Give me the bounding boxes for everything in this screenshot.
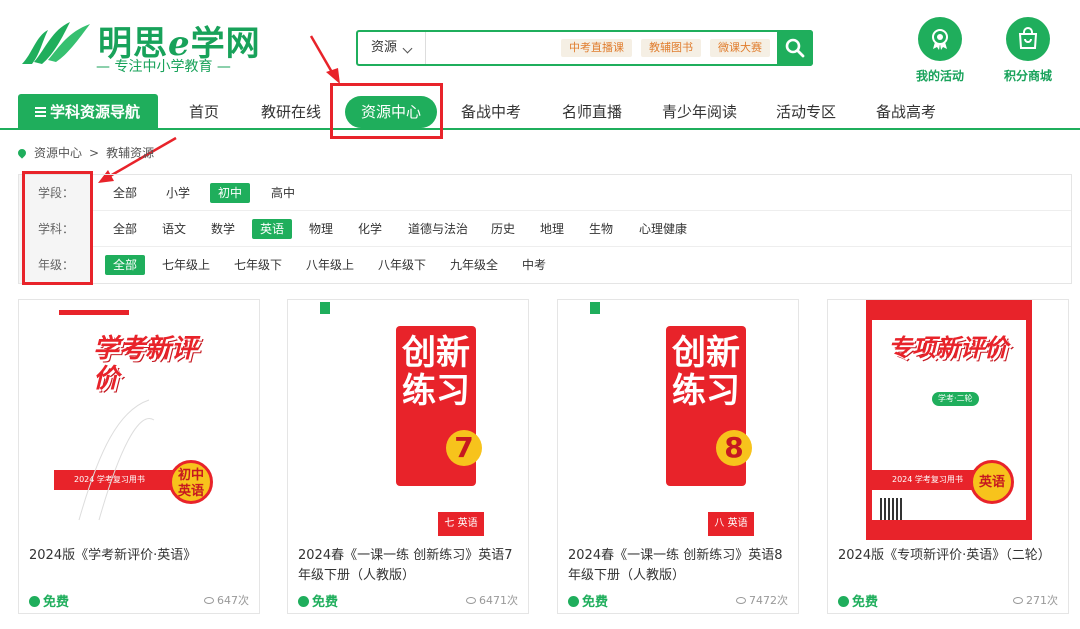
card-title[interactable]: 2024版《学考新评价·英语》 (29, 546, 253, 566)
card-title[interactable]: 2024版《专项新评价·英语》（二轮） (838, 546, 1062, 566)
eye-icon (736, 597, 746, 604)
filter-option[interactable]: 八年级上 (298, 255, 362, 275)
view-count: 271次 (1013, 592, 1058, 608)
qr-code-icon (880, 498, 902, 520)
page: 明思e学网 — 专注中小学教育 — 资源 中考直播课 教辅图书 微课大赛 我的活… (0, 0, 1080, 629)
resource-card[interactable]: 学考新评价 2024 学考复习用书 初中 英语 2024版《学考新评价·英语》 免… (18, 299, 260, 614)
filter-option[interactable]: 化学 (350, 219, 390, 239)
breadcrumb: 资源中心 > 教辅资源 (16, 144, 155, 161)
book-cover: 创新练习 7 七 英语 (318, 300, 498, 540)
filter-panel: 学段： 全部 小学 初中 高中 学科： 全部 语文 数学 英语 物理 化学 道德… (18, 174, 1072, 284)
book-cover: 学考新评价 2024 学考复习用书 初中 英语 (49, 300, 229, 540)
eye-icon (1013, 597, 1023, 604)
price-label: 免费 (568, 591, 608, 610)
filter-option[interactable]: 七年级下 (226, 255, 290, 275)
filter-option[interactable]: 九年级全 (442, 255, 506, 275)
resource-card[interactable]: 创新练习 7 七 英语 2024春《一课一练 创新练习》英语7年级下册（人教版）… (287, 299, 529, 614)
view-count: 6471次 (466, 592, 518, 608)
card-title[interactable]: 2024春《一课一练 创新练习》英语7年级下册（人教版） (298, 546, 522, 586)
filter-option[interactable]: 小学 (158, 183, 198, 203)
price-label: 免费 (29, 591, 69, 610)
filter-option[interactable]: 语文 (154, 219, 194, 239)
filter-option[interactable]: 物理 (301, 219, 341, 239)
filter-option-selected[interactable]: 全部 (105, 255, 146, 275)
filter-option[interactable]: 七年级上 (154, 255, 218, 275)
filter-option[interactable]: 全部 (105, 183, 145, 203)
price-label: 免费 (298, 591, 338, 610)
badge: 初中 英语 (169, 460, 213, 504)
eye-icon (466, 597, 476, 604)
filter-option[interactable]: 地理 (532, 219, 572, 239)
eye-icon (204, 597, 214, 604)
book-cover: 专项新评价 学考·二轮 2024 学考复习用书 英语 (866, 300, 1032, 540)
highlight-box (22, 171, 93, 285)
filter-option[interactable]: 全部 (105, 219, 145, 239)
filter-row-subject: 学科： 全部 语文 数学 英语 物理 化学 道德与法治 历史 地理 生物 心理健… (19, 211, 1071, 247)
filter-row-stage: 学段： 全部 小学 初中 高中 (19, 175, 1071, 211)
filter-option[interactable]: 历史 (483, 219, 523, 239)
breadcrumb-item: 教辅资源 (106, 146, 155, 160)
location-pin-icon (16, 147, 28, 159)
price-label: 免费 (838, 591, 878, 610)
coin-icon (838, 596, 849, 607)
filter-option[interactable]: 八年级下 (370, 255, 434, 275)
breadcrumb-item[interactable]: 资源中心 (34, 146, 82, 160)
book-cover: 创新练习 8 八 英语 (588, 300, 768, 540)
view-count: 647次 (204, 592, 249, 608)
resource-card[interactable]: 创新练习 8 八 英语 2024春《一课一练 创新练习》英语8年级下册（人教版）… (557, 299, 799, 614)
filter-option[interactable]: 心理健康 (631, 219, 695, 239)
filter-option[interactable]: 生物 (581, 219, 621, 239)
filter-option-selected[interactable]: 英语 (252, 219, 293, 239)
coin-icon (568, 596, 579, 607)
filter-option[interactable]: 高中 (263, 183, 303, 203)
filter-option[interactable]: 道德与法治 (400, 219, 476, 239)
card-title[interactable]: 2024春《一课一练 创新练习》英语8年级下册（人教版） (568, 546, 792, 586)
view-count: 7472次 (736, 592, 788, 608)
coin-icon (298, 596, 309, 607)
coin-icon (29, 596, 40, 607)
filter-option-selected[interactable]: 初中 (210, 183, 251, 203)
filter-option[interactable]: 中考 (514, 255, 554, 275)
badge: 英语 (970, 460, 1014, 504)
filter-option[interactable]: 数学 (203, 219, 243, 239)
resource-card[interactable]: 专项新评价 学考·二轮 2024 学考复习用书 英语 2024版《专项新评价·英… (827, 299, 1069, 614)
filter-row-grade: 年级： 全部 七年级上 七年级下 八年级上 八年级下 九年级全 中考 (19, 247, 1071, 283)
